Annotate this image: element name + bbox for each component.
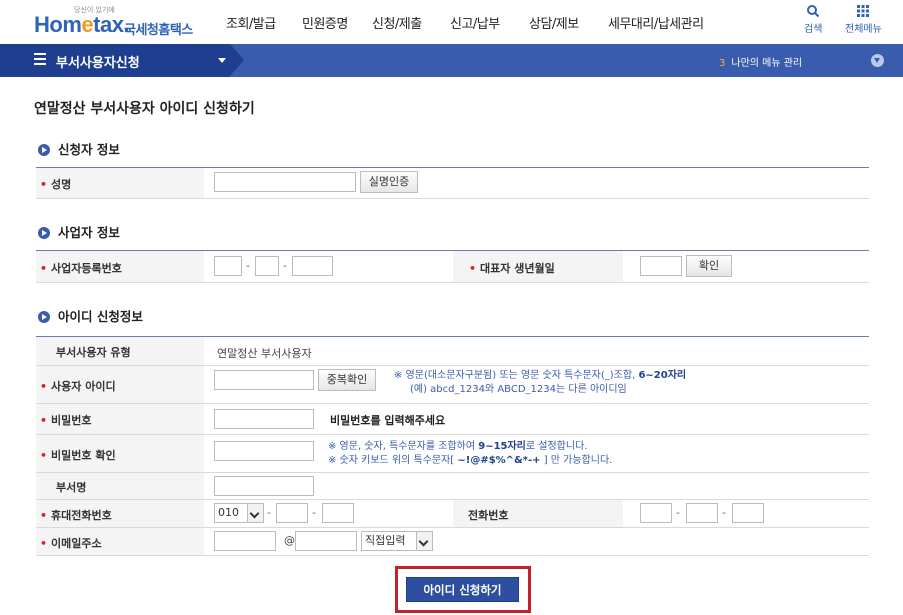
email-domain-select[interactable]: 직접입력 bbox=[361, 531, 433, 551]
user-id-input[interactable] bbox=[214, 370, 314, 390]
regno-part3-input[interactable] bbox=[292, 256, 333, 276]
gnb-counsel[interactable]: 상담/제보 bbox=[529, 13, 579, 32]
row-password: • 비밀번호 비밀번호를 입력해주세요 bbox=[36, 404, 869, 435]
row-email: • 이메일주소 @ 직접입력 bbox=[36, 528, 869, 556]
section-applicant-title: 신청자 정보 bbox=[38, 139, 120, 158]
section-bullet-icon bbox=[38, 227, 50, 239]
password-input[interactable] bbox=[214, 409, 314, 429]
password-special-note: ※ 숫자 키보드 위의 특수문자[ ~!@#$%^&*-+ ] 만 가능합니다. bbox=[328, 455, 613, 466]
email-label: • 이메일주소 bbox=[40, 537, 102, 550]
rep-birth-input[interactable] bbox=[640, 256, 682, 276]
mobile-label: • 휴대전화번호 bbox=[40, 509, 112, 522]
logo-subtitle: 국세청홈택스 bbox=[124, 23, 193, 38]
top-header: 당신이 있기에 Hometax. 국세청홈택스 조회/발급 민원증명 신청/제출… bbox=[0, 0, 903, 44]
mobile-middle-input[interactable] bbox=[276, 503, 308, 523]
password-confirm-input[interactable] bbox=[214, 441, 314, 461]
rep-birth-label: • 대표자 생년월일 bbox=[469, 262, 555, 275]
name-label: • 성명 bbox=[40, 178, 72, 191]
password-label: • 비밀번호 bbox=[40, 414, 92, 427]
row-business: • 사업자등록번호 - - • 대표자 생년월일 확인 bbox=[36, 251, 869, 283]
phone-middle-input[interactable] bbox=[686, 503, 718, 523]
regno-part2-input[interactable] bbox=[255, 256, 279, 276]
email-at-sign: @ bbox=[284, 534, 295, 547]
gnb-tax-agent[interactable]: 세무대리/납세관리 bbox=[608, 13, 704, 32]
phone-area-input[interactable] bbox=[640, 503, 672, 523]
apply-id-button[interactable]: 아이디 신청하기 bbox=[406, 577, 519, 602]
dropdown-arrow-icon bbox=[416, 532, 432, 550]
id-example-note: (예) abcd_1234와 ABCD_1234는 다른 아이디임 bbox=[410, 384, 627, 395]
search-button[interactable]: 검색 bbox=[804, 4, 822, 35]
real-name-verify-button[interactable]: 실명인증 bbox=[360, 171, 418, 193]
applicant-table: • 성명 실명인증 bbox=[36, 167, 869, 199]
password-rule-note: ※ 영문, 숫자, 특수문자를 조합하여 9~15자리로 설정합니다. bbox=[328, 441, 588, 452]
regno-part1-input[interactable] bbox=[214, 256, 242, 276]
user-type-label: 부서사용자 유형 bbox=[56, 346, 131, 359]
business-table: • 사업자등록번호 - - • 대표자 생년월일 확인 bbox=[36, 250, 869, 283]
gnb-certificate[interactable]: 민원증명 bbox=[302, 13, 348, 32]
grid-menu-icon bbox=[857, 5, 870, 17]
row-name: • 성명 실명인증 bbox=[36, 168, 869, 199]
user-type-value: 연말정산 부서사용자 bbox=[217, 347, 312, 360]
id-rule-note: ※ 영문(대소문자구분됨) 또는 영문 숫자 특수문자(_)조합, 6~20자리 bbox=[394, 370, 687, 381]
section-id-title: 아이디 신청정보 bbox=[38, 306, 143, 325]
email-domain-input[interactable] bbox=[295, 531, 357, 551]
business-regno-label: • 사업자등록번호 bbox=[40, 262, 122, 275]
gnb-application[interactable]: 신청/제출 bbox=[372, 13, 422, 32]
row-department: 부서명 bbox=[36, 473, 869, 500]
phone-label: 전화번호 bbox=[468, 509, 509, 522]
name-input[interactable] bbox=[214, 172, 356, 192]
duplicate-check-button[interactable]: 중복확인 bbox=[318, 369, 376, 391]
email-local-input[interactable] bbox=[214, 531, 276, 551]
department-input[interactable] bbox=[214, 476, 314, 496]
chevron-down-icon bbox=[218, 58, 226, 63]
apply-button-highlight: 아이디 신청하기 bbox=[395, 566, 531, 613]
nav-expand-icon[interactable] bbox=[871, 54, 884, 67]
phone-last-input[interactable] bbox=[732, 503, 764, 523]
page-title: 연말정산 부서사용자 아이디 신청하기 bbox=[34, 101, 255, 117]
rep-birth-confirm-button[interactable]: 확인 bbox=[686, 255, 732, 277]
password-hint: 비밀번호를 입력해주세요 bbox=[330, 414, 446, 427]
section-bullet-icon bbox=[38, 144, 50, 156]
row-user-type: 부서사용자 유형 연말정산 부서사용자 bbox=[36, 337, 869, 366]
my-menu-link[interactable]: 3 나만의 메뉴 관리 bbox=[719, 54, 802, 69]
row-password-confirm: • 비밀번호 확인 ※ 영문, 숫자, 특수문자를 조합하여 9~15자리로 설정… bbox=[36, 435, 869, 473]
user-id-label: • 사용자 아이디 bbox=[40, 380, 116, 393]
sub-navigation-bar: 부서사용자신청 3 나만의 메뉴 관리 bbox=[0, 44, 903, 77]
all-menu-button[interactable]: 전체메뉴 bbox=[845, 4, 882, 35]
row-mobile: • 휴대전화번호 010 - - 전화번호 - - bbox=[36, 500, 869, 528]
id-info-table: 부서사용자 유형 연말정산 부서사용자 • 사용자 아이디 중복확인 ※ 영문(대… bbox=[36, 336, 869, 556]
section-business-title: 사업자 정보 bbox=[38, 222, 120, 241]
password-confirm-label: • 비밀번호 확인 bbox=[40, 449, 116, 462]
dropdown-arrow-icon bbox=[247, 504, 263, 522]
row-user-id: • 사용자 아이디 중복확인 ※ 영문(대소문자구분됨) 또는 영문 숫자 특수문… bbox=[36, 366, 869, 404]
mobile-prefix-select[interactable]: 010 bbox=[214, 503, 264, 523]
search-icon bbox=[807, 5, 820, 18]
department-label: 부서명 bbox=[56, 481, 87, 494]
current-menu-title: 부서사용자신청 bbox=[56, 56, 140, 71]
gnb-report-payment[interactable]: 신고/납부 bbox=[450, 13, 500, 32]
section-bullet-icon bbox=[38, 311, 50, 323]
logo-wordmark: Hometax. bbox=[34, 12, 130, 37]
gnb-inquiry[interactable]: 조회/발급 bbox=[226, 13, 276, 32]
menu-dropdown[interactable]: 부서사용자신청 bbox=[0, 44, 244, 77]
hamburger-icon bbox=[34, 53, 46, 68]
mobile-last-input[interactable] bbox=[322, 503, 354, 523]
